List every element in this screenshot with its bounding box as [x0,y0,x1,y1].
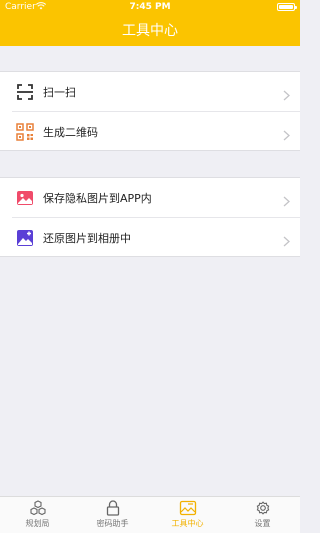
status-time: 7:45 PM [129,2,171,12]
page-title: 工具中心 [122,23,178,39]
menu-item-scan[interactable]: 扫一扫 [0,72,300,111]
tab-settings[interactable]: 设置 [225,500,300,529]
tab-bar: 规划局 密码助手 工具中心 设置 [0,496,300,533]
menu-item-label: 还原图片到相册中 [43,232,131,245]
save-image-icon [16,189,34,207]
tab-label: 密码助手 [96,519,129,528]
menu-item-restore-to-album[interactable]: 还原图片到相册中 [12,217,300,256]
gear-icon [256,501,269,515]
tab-label: 工具中心 [171,519,204,528]
chevron-right-icon [283,126,290,141]
chevron-right-icon [283,86,290,101]
menu-item-generate-qr[interactable]: 生成二维码 [12,111,300,150]
menu-item-label: 保存隐私图片到APP内 [43,192,152,205]
restore-image-icon [16,229,34,247]
cubes-icon [29,500,46,516]
tool-group-2: 保存隐私图片到APP内 还原图片到相册中 [0,177,300,257]
tool-group-1: 扫一扫 生成二维码 [0,71,300,151]
menu-item-label: 扫一扫 [43,86,76,99]
menu-item-save-private-image[interactable]: 保存隐私图片到APP内 [0,178,300,217]
tab-tool-center[interactable]: 工具中心 [150,500,225,529]
toolbox-icon [179,500,196,516]
chevron-right-icon [283,192,290,207]
scan-icon [16,83,34,101]
tab-label: 规划局 [25,519,50,528]
tab-password-helper[interactable]: 密码助手 [75,500,150,529]
tab-label: 设置 [254,519,271,528]
battery-icon [277,3,297,11]
status-bar: Carrier 7:45 PM [0,0,300,14]
tab-planning[interactable]: 规划局 [0,500,75,529]
menu-item-label: 生成二维码 [43,126,98,139]
nav-header: Carrier 7:45 PM 工具中心 [0,0,300,46]
lock-icon [106,500,119,516]
chevron-right-icon [283,232,290,247]
qr-code-icon [16,123,34,141]
